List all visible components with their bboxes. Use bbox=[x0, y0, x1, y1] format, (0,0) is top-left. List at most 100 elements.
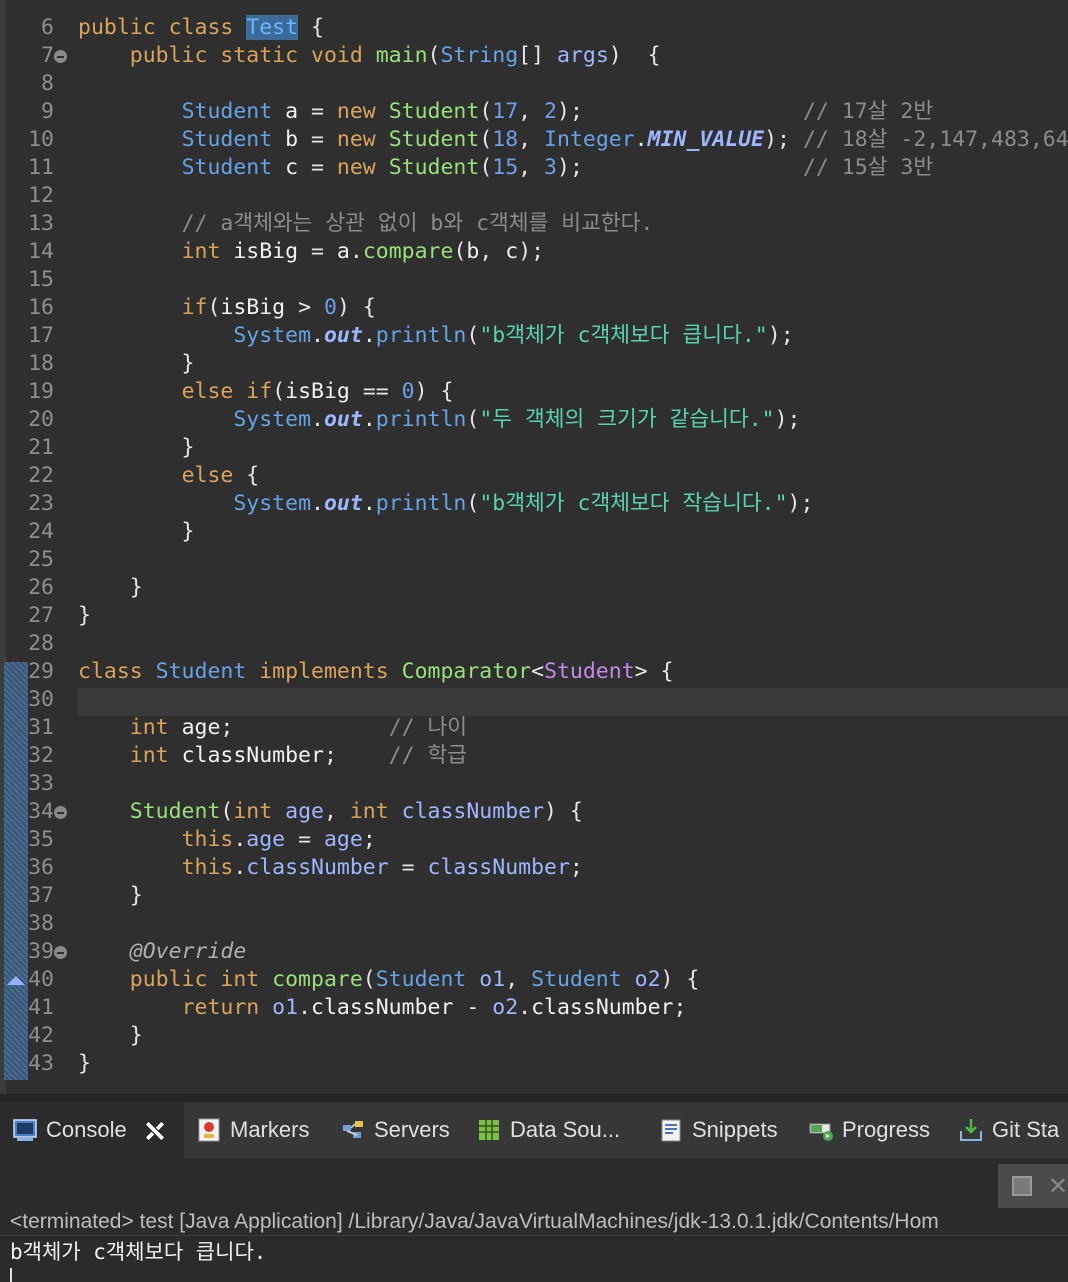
code-line[interactable]: 23 System.out.println("b객체가 c객체보다 작습니다."… bbox=[0, 490, 1068, 518]
code-line[interactable]: 17 System.out.println("b객체가 c객체보다 큽니다.")… bbox=[0, 322, 1068, 350]
code-text[interactable]: } bbox=[78, 574, 143, 602]
code-text[interactable]: // a객체와는 상관 없이 b와 c객체를 비교한다. bbox=[78, 210, 654, 238]
code-line[interactable]: 30 bbox=[0, 686, 1068, 714]
tab-data-source[interactable]: Data Sou... bbox=[464, 1102, 620, 1158]
code-line[interactable]: 13 // a객체와는 상관 없이 b와 c객체를 비교한다. bbox=[0, 210, 1068, 238]
code-text[interactable]: System.out.println("b객체가 c객체보다 큽니다."); bbox=[78, 322, 793, 350]
code-text[interactable]: if(isBig > 0) { bbox=[78, 294, 376, 322]
code-line[interactable]: 29 class Student implements Comparator<St… bbox=[0, 658, 1068, 686]
code-text[interactable]: Student c = new Student(15, 3); // 15살 3… bbox=[78, 154, 934, 182]
code-token: this bbox=[181, 855, 234, 880]
remove-launch-icon[interactable]: ✕ bbox=[1048, 1172, 1068, 1200]
code-text[interactable]: public int compare(Student o1, Student o… bbox=[78, 966, 700, 994]
code-token: void bbox=[311, 43, 376, 68]
code-text[interactable]: } bbox=[78, 434, 195, 462]
tab-servers[interactable]: Servers bbox=[328, 1102, 450, 1158]
code-token: ) { bbox=[336, 295, 376, 320]
code-line[interactable]: 37 } bbox=[0, 882, 1068, 910]
code-token: int bbox=[181, 239, 234, 264]
code-line[interactable]: 12 bbox=[0, 182, 1068, 210]
code-line[interactable]: 16 if(isBig > 0) { bbox=[0, 294, 1068, 322]
code-line[interactable]: 34 Student(int age, int classNumber) { bbox=[0, 798, 1068, 826]
tab-snippets[interactable]: Snippets bbox=[646, 1102, 778, 1158]
code-text[interactable]: else if(isBig == 0) { bbox=[78, 378, 454, 406]
line-number: 38 bbox=[28, 911, 54, 936]
code-line[interactable]: 21 } bbox=[0, 434, 1068, 462]
code-line[interactable]: 28 bbox=[0, 630, 1068, 658]
code-line[interactable]: 35 this.age = age; bbox=[0, 826, 1068, 854]
code-token: o2 bbox=[634, 967, 661, 992]
code-text[interactable]: } bbox=[78, 350, 195, 378]
code-line[interactable]: 27} bbox=[0, 602, 1068, 630]
console-output[interactable]: b객체가 c객체보다 큽니다. bbox=[10, 1236, 266, 1266]
code-line[interactable]: 18 } bbox=[0, 350, 1068, 378]
code-text[interactable]: } bbox=[78, 1050, 91, 1078]
code-text[interactable]: } bbox=[78, 518, 195, 546]
code-line[interactable]: 22 else { bbox=[0, 462, 1068, 490]
code-line[interactable]: 20 System.out.println("두 객체의 크기가 같습니다.")… bbox=[0, 406, 1068, 434]
code-line[interactable]: 33 bbox=[0, 770, 1068, 798]
code-line[interactable]: 31 int age; // 나이 bbox=[0, 714, 1068, 742]
code-line[interactable]: 14 int isBig = a.compare(b, c); bbox=[0, 238, 1068, 266]
close-icon[interactable] bbox=[143, 1119, 165, 1141]
code-text[interactable]: public static void main(String[] args) { bbox=[78, 42, 661, 70]
code-line[interactable]: 32 int classNumber; // 학급 bbox=[0, 742, 1068, 770]
code-line[interactable]: 42 } bbox=[0, 1022, 1068, 1050]
code-text[interactable]: int isBig = a.compare(b, c); bbox=[78, 238, 545, 266]
collapse-icon[interactable] bbox=[54, 946, 67, 959]
code-text[interactable]: int classNumber; // 학급 bbox=[78, 742, 467, 770]
code-token: classNumber bbox=[531, 995, 674, 1020]
data-source-icon bbox=[476, 1117, 502, 1143]
code-line[interactable]: 8 bbox=[0, 70, 1068, 98]
terminate-button[interactable] bbox=[1012, 1176, 1032, 1196]
tab-console[interactable]: Console bbox=[0, 1102, 184, 1158]
code-text[interactable]: this.age = age; bbox=[78, 826, 376, 854]
code-token: MIN_VALUE bbox=[647, 127, 765, 152]
tab-markers[interactable]: Markers bbox=[184, 1102, 309, 1158]
code-text[interactable]: } bbox=[78, 1022, 143, 1050]
code-line[interactable]: 10 Student b = new Student(18, Integer.M… bbox=[0, 126, 1068, 154]
collapse-icon[interactable] bbox=[54, 806, 67, 819]
code-text[interactable]: System.out.println("b객체가 c객체보다 작습니다."); bbox=[78, 490, 813, 518]
code-line[interactable]: 43} bbox=[0, 1050, 1068, 1078]
code-comment: // 나이 bbox=[233, 715, 468, 740]
code-line[interactable]: 40 public int compare(Student o1, Studen… bbox=[0, 966, 1068, 994]
code-line[interactable]: 24 } bbox=[0, 518, 1068, 546]
override-icon[interactable] bbox=[7, 976, 25, 985]
code-line[interactable]: 38 bbox=[0, 910, 1068, 938]
progress-icon bbox=[808, 1117, 834, 1143]
collapse-icon[interactable] bbox=[54, 50, 67, 63]
tab-progress[interactable]: Progress bbox=[796, 1102, 930, 1158]
code-text[interactable]: System.out.println("두 객체의 크기가 같습니다."); bbox=[78, 406, 800, 434]
code-line[interactable]: 25 bbox=[0, 546, 1068, 574]
code-text[interactable]: Student b = new Student(18, Integer.MIN_… bbox=[78, 126, 1068, 154]
code-line[interactable]: 36 this.classNumber = classNumber; bbox=[0, 854, 1068, 882]
line-number: 24 bbox=[28, 519, 54, 544]
code-line[interactable]: 19 else if(isBig == 0) { bbox=[0, 378, 1068, 406]
code-line[interactable]: 26 } bbox=[0, 574, 1068, 602]
code-text[interactable]: this.classNumber = classNumber; bbox=[78, 854, 583, 882]
code-text[interactable]: @Override bbox=[78, 938, 247, 966]
code-line[interactable]: 41 return o1.classNumber - o2.classNumbe… bbox=[0, 994, 1068, 1022]
code-text[interactable]: } bbox=[78, 602, 91, 630]
code-text[interactable]: class Student implements Comparator<Stud… bbox=[78, 658, 673, 686]
git-staging-icon bbox=[958, 1117, 984, 1143]
code-text[interactable]: } bbox=[78, 882, 143, 910]
line-number: 27 bbox=[28, 603, 54, 628]
code-line[interactable]: 6 public class Test { bbox=[0, 14, 1068, 42]
code-line[interactable]: 11 Student c = new Student(15, 3); // 15… bbox=[0, 154, 1068, 182]
code-token: public bbox=[129, 967, 221, 992]
code-text[interactable]: int age; // 나이 bbox=[78, 714, 467, 742]
tab-git-staging[interactable]: Git Sta bbox=[946, 1102, 1059, 1158]
code-text[interactable]: else { bbox=[78, 462, 260, 490]
code-line[interactable]: 9 Student a = new Student(17, 2); // 17살… bbox=[0, 98, 1068, 126]
code-text[interactable]: Student(int age, int classNumber) { bbox=[78, 798, 583, 826]
code-text[interactable]: Student a = new Student(17, 2); // 17살 2… bbox=[78, 98, 934, 126]
code-line[interactable]: 39 @Override bbox=[0, 938, 1068, 966]
code-line[interactable]: 7 public static void main(String[] args)… bbox=[0, 42, 1068, 70]
code-editor[interactable]: 6 public class Test {7 public static void… bbox=[0, 0, 1068, 1094]
code-text[interactable]: return o1.classNumber - o2.classNumber; bbox=[78, 994, 687, 1022]
code-text[interactable]: public class Test { bbox=[78, 14, 324, 42]
code-line[interactable]: 15 bbox=[0, 266, 1068, 294]
